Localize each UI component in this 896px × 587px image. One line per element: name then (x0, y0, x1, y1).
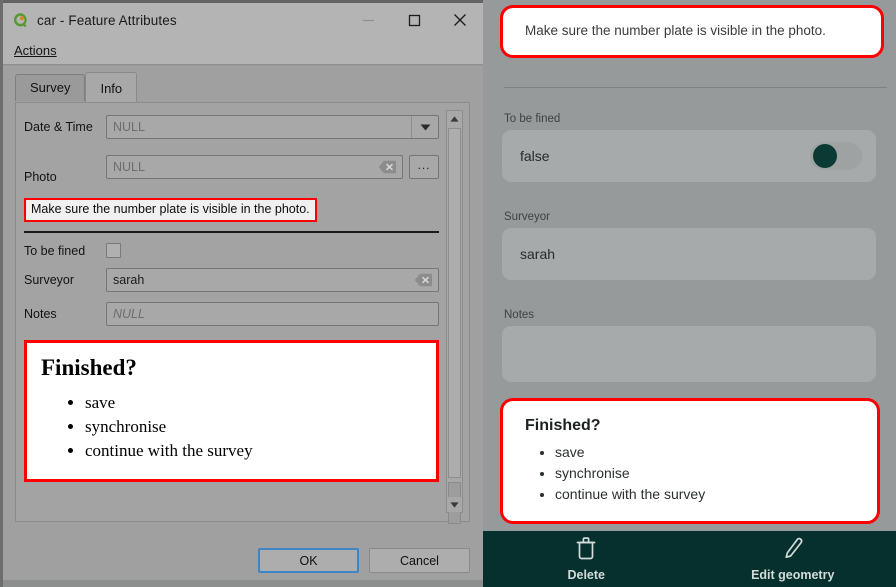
delete-button-label: Delete (567, 568, 606, 582)
dialog-button-row: OK Cancel (258, 548, 470, 573)
date-time-value: NULL (113, 120, 145, 134)
finished-list: save synchronise continue with the surve… (41, 391, 422, 463)
photo-label: Photo (24, 170, 57, 184)
photo-control: NULL ... (106, 155, 439, 179)
notes-control: NULL (106, 302, 439, 326)
mobile-surveyor-value: sarah (520, 246, 556, 262)
scrollbar-track[interactable] (447, 126, 462, 524)
mobile-field-notes: Notes (502, 309, 876, 382)
field-row-notes: Notes NULL (24, 302, 439, 326)
delete-button[interactable]: Delete (483, 531, 690, 587)
photo-hint-wrapper: Make sure the number plate is visible in… (24, 190, 439, 222)
menubar: Actions (3, 37, 483, 65)
mobile-finished-list: save synchronise continue with the surve… (525, 442, 857, 505)
menu-item-actions-label: Actions (14, 43, 57, 58)
tab-info-label: Info (100, 81, 123, 96)
surveyor-control: sarah (106, 268, 439, 292)
mobile-field-to-be-fined: To be fined false (502, 113, 876, 182)
mobile-hint-wrapper: Make sure the number plate is visible in… (500, 5, 884, 58)
mobile-surveyor-input[interactable]: sarah (502, 228, 876, 280)
notes-label: Notes (24, 307, 57, 321)
chevron-down-icon[interactable] (411, 116, 438, 138)
window-controls (345, 3, 483, 37)
list-item: save (555, 442, 857, 463)
window-titlebar[interactable]: car - Feature Attributes (3, 3, 483, 37)
edit-geometry-button-label: Edit geometry (751, 568, 835, 582)
mobile-finished-title: Finished? (525, 417, 601, 434)
list-item: save (85, 391, 422, 415)
section-divider (24, 231, 439, 233)
photo-value: NULL (113, 160, 145, 174)
scroll-down-icon[interactable] (447, 497, 462, 512)
screenshot-root: car - Feature Attributes Actions Survey (0, 0, 896, 587)
to-be-fined-label: To be fined (24, 243, 86, 258)
clear-icon[interactable] (378, 160, 397, 174)
mobile-to-be-fined-control[interactable]: false (502, 130, 876, 182)
maximize-icon[interactable] (391, 3, 437, 37)
minimize-icon[interactable] (345, 3, 391, 37)
ok-button-label: OK (299, 553, 318, 568)
list-item: continue with the survey (85, 439, 422, 463)
mobile-to-be-fined-label: To be fined (504, 113, 561, 125)
form-vertical-scrollbar[interactable] (446, 110, 463, 524)
date-time-input[interactable]: NULL (106, 115, 439, 139)
photo-input[interactable]: NULL (106, 155, 403, 179)
surveyor-value: sarah (113, 273, 145, 287)
date-time-label: Date & Time (24, 120, 93, 134)
mobile-to-be-fined-value: false (520, 148, 550, 164)
mobile-field-surveyor: Surveyor sarah (502, 211, 876, 280)
ok-button[interactable]: OK (258, 548, 359, 573)
mobile-notes-label: Notes (504, 309, 535, 321)
dialog-body: Survey Info Date & Time NULL Photo NULL … (3, 66, 483, 587)
mobile-section-divider (504, 87, 887, 88)
qgis-feature-attributes-window: car - Feature Attributes Actions Survey (0, 0, 483, 587)
cancel-button-label: Cancel (400, 553, 439, 568)
photo-hint-text: Make sure the number plate is visible in… (24, 198, 317, 222)
field-row-photo: Photo NULL ... (24, 150, 439, 184)
date-time-control: NULL (106, 115, 439, 139)
tabbar: Survey Info (15, 72, 138, 102)
field-row-surveyor: Surveyor sarah (24, 268, 439, 292)
to-be-fined-control (106, 243, 439, 258)
menu-item-actions[interactable]: Actions (14, 43, 57, 58)
edit-geometry-button[interactable]: Edit geometry (690, 531, 896, 587)
tab-page-info: Date & Time NULL Photo NULL ... Make sur… (15, 102, 470, 524)
window-title: car - Feature Attributes (37, 12, 177, 28)
browse-photo-button[interactable]: ... (409, 155, 439, 179)
finished-callout: Finished? save synchronise continue with… (24, 340, 439, 482)
surveyor-input[interactable]: sarah (106, 268, 439, 292)
window-bottom-strip (3, 580, 483, 587)
qgis-logo-icon (12, 12, 29, 29)
qfield-mobile-form: Make sure the number plate is visible in… (483, 0, 896, 587)
mobile-bottom-bar: Delete Edit geometry (483, 531, 896, 587)
browse-photo-label: ... (417, 157, 431, 172)
field-row-to-be-fined: To be fined (24, 243, 439, 258)
notes-value: NULL (113, 307, 145, 321)
tab-info[interactable]: Info (85, 72, 138, 102)
list-item: continue with the survey (555, 484, 857, 505)
list-item: synchronise (85, 415, 422, 439)
form-scroll-area: Date & Time NULL Photo NULL ... Make sur… (24, 110, 439, 513)
mobile-surveyor-label: Surveyor (504, 211, 551, 223)
tab-survey[interactable]: Survey (15, 74, 86, 101)
cancel-button[interactable]: Cancel (369, 548, 470, 573)
toggle-knob (813, 144, 837, 168)
clear-icon[interactable] (414, 273, 433, 287)
trash-icon (575, 536, 597, 565)
mobile-photo-hint: Make sure the number plate is visible in… (500, 5, 884, 58)
scrollbar-thumb[interactable] (448, 128, 461, 478)
mobile-notes-input[interactable] (502, 326, 876, 382)
scroll-up-icon[interactable] (447, 111, 462, 126)
tab-survey-label: Survey (30, 80, 71, 95)
list-item: synchronise (555, 463, 857, 484)
field-row-date-time: Date & Time NULL (24, 115, 439, 139)
to-be-fined-checkbox[interactable] (106, 243, 121, 258)
pencil-icon (782, 536, 804, 565)
finished-title: Finished? (41, 355, 137, 380)
mobile-finished-callout: Finished? save synchronise continue with… (500, 398, 880, 524)
notes-input[interactable]: NULL (106, 302, 439, 326)
close-icon[interactable] (437, 3, 483, 37)
to-be-fined-toggle[interactable] (810, 142, 862, 170)
surveyor-label: Surveyor (24, 273, 75, 287)
